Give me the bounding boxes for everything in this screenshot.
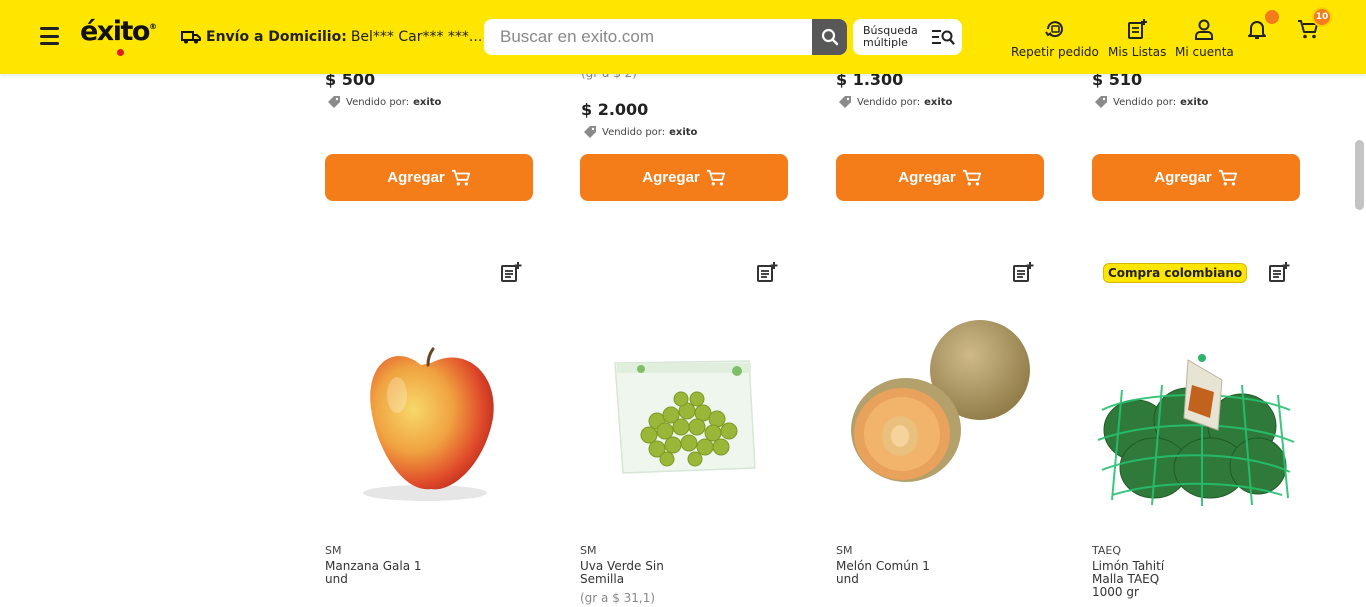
tag-icon <box>584 126 596 138</box>
my-account-link[interactable]: Mi cuenta <box>1175 18 1234 59</box>
user-icon <box>1195 19 1214 40</box>
delivery-selector[interactable]: Envío a Domicilio: Bel*** Car*** ***... … <box>181 28 496 46</box>
repeat-order-link[interactable]: Repetir pedido <box>1011 18 1099 59</box>
tag-icon <box>1095 96 1107 108</box>
add-to-list-icon[interactable] <box>1268 261 1290 283</box>
product-name[interactable]: Manzana Gala 1 und <box>325 560 435 586</box>
repeat-order-icon <box>1045 21 1063 38</box>
seller-info: Vendido por: exito <box>327 96 441 109</box>
site-header: éxito ® Envío a Domicilio: Bel*** Car***… <box>0 0 1366 74</box>
cart-icon <box>706 169 725 185</box>
tag-icon <box>839 96 851 108</box>
menu-icon[interactable] <box>40 27 59 45</box>
list-search-icon <box>932 30 955 45</box>
add-to-cart-button[interactable]: Agregar <box>1092 154 1300 201</box>
product-image-melon[interactable] <box>850 318 1032 493</box>
product-name[interactable]: Limón Tahití Malla TAEQ 1000 gr <box>1092 560 1192 599</box>
scrollbar-thumb[interactable] <box>1355 140 1364 210</box>
notifications-button[interactable] <box>1246 18 1268 45</box>
cart-icon <box>451 169 470 185</box>
truck-icon <box>181 31 201 44</box>
search-input[interactable] <box>484 19 812 55</box>
product-brand: SM <box>325 544 342 557</box>
seller-info: Vendido por: exito <box>1094 96 1208 109</box>
my-account-label: Mi cuenta <box>1175 45 1234 59</box>
search-bar <box>484 19 847 55</box>
add-to-list-icon[interactable] <box>756 261 778 283</box>
product-brand: SM <box>580 544 597 557</box>
cart-icon <box>1218 169 1237 185</box>
repeat-order-label: Repetir pedido <box>1011 45 1099 59</box>
delivery-address: Bel*** Car*** ***... <box>350 29 483 45</box>
price: $ 2.000 <box>581 100 649 119</box>
add-to-cart-button[interactable]: Agregar <box>580 154 788 201</box>
product-brand: TAEQ <box>1092 544 1121 557</box>
product-brand: SM <box>836 544 853 557</box>
my-lists-label: Mis Listas <box>1108 45 1167 59</box>
unit-price: (gr a $ 31,1) <box>580 591 656 605</box>
notification-badge <box>1265 10 1279 24</box>
tag-icon <box>328 96 340 108</box>
cart-count-badge: 10 <box>1312 7 1332 27</box>
search-icon <box>821 28 838 46</box>
add-to-list-icon[interactable] <box>1012 261 1034 283</box>
multi-search-button[interactable]: Búsqueda múltiple <box>853 19 962 55</box>
list-add-icon <box>1128 19 1148 39</box>
exito-logo[interactable]: éxito ® <box>80 16 157 56</box>
multi-search-label: Búsqueda múltiple <box>863 24 918 49</box>
add-to-cart-button[interactable]: Agregar <box>836 154 1044 201</box>
product-name[interactable]: Uva Verde Sin Semilla <box>580 560 690 586</box>
my-lists-link[interactable]: Mis Listas <box>1108 18 1166 59</box>
product-image-limes[interactable] <box>1092 350 1300 510</box>
add-to-list-icon[interactable] <box>500 261 522 283</box>
seller-info: Vendido por: exito <box>583 126 697 139</box>
cart-icon <box>962 169 981 185</box>
product-image-apple[interactable] <box>335 303 503 508</box>
seller-info: Vendido por: exito <box>838 96 952 109</box>
product-image-grapes[interactable] <box>597 303 769 511</box>
bell-icon <box>1248 21 1266 39</box>
delivery-label: Envío a Domicilio: <box>206 29 347 45</box>
promo-tag: Compra colombiano <box>1103 263 1248 283</box>
add-to-cart-button[interactable]: Agregar <box>325 154 533 201</box>
search-button[interactable] <box>812 19 847 55</box>
product-name[interactable]: Melón Común 1 und <box>836 560 946 586</box>
